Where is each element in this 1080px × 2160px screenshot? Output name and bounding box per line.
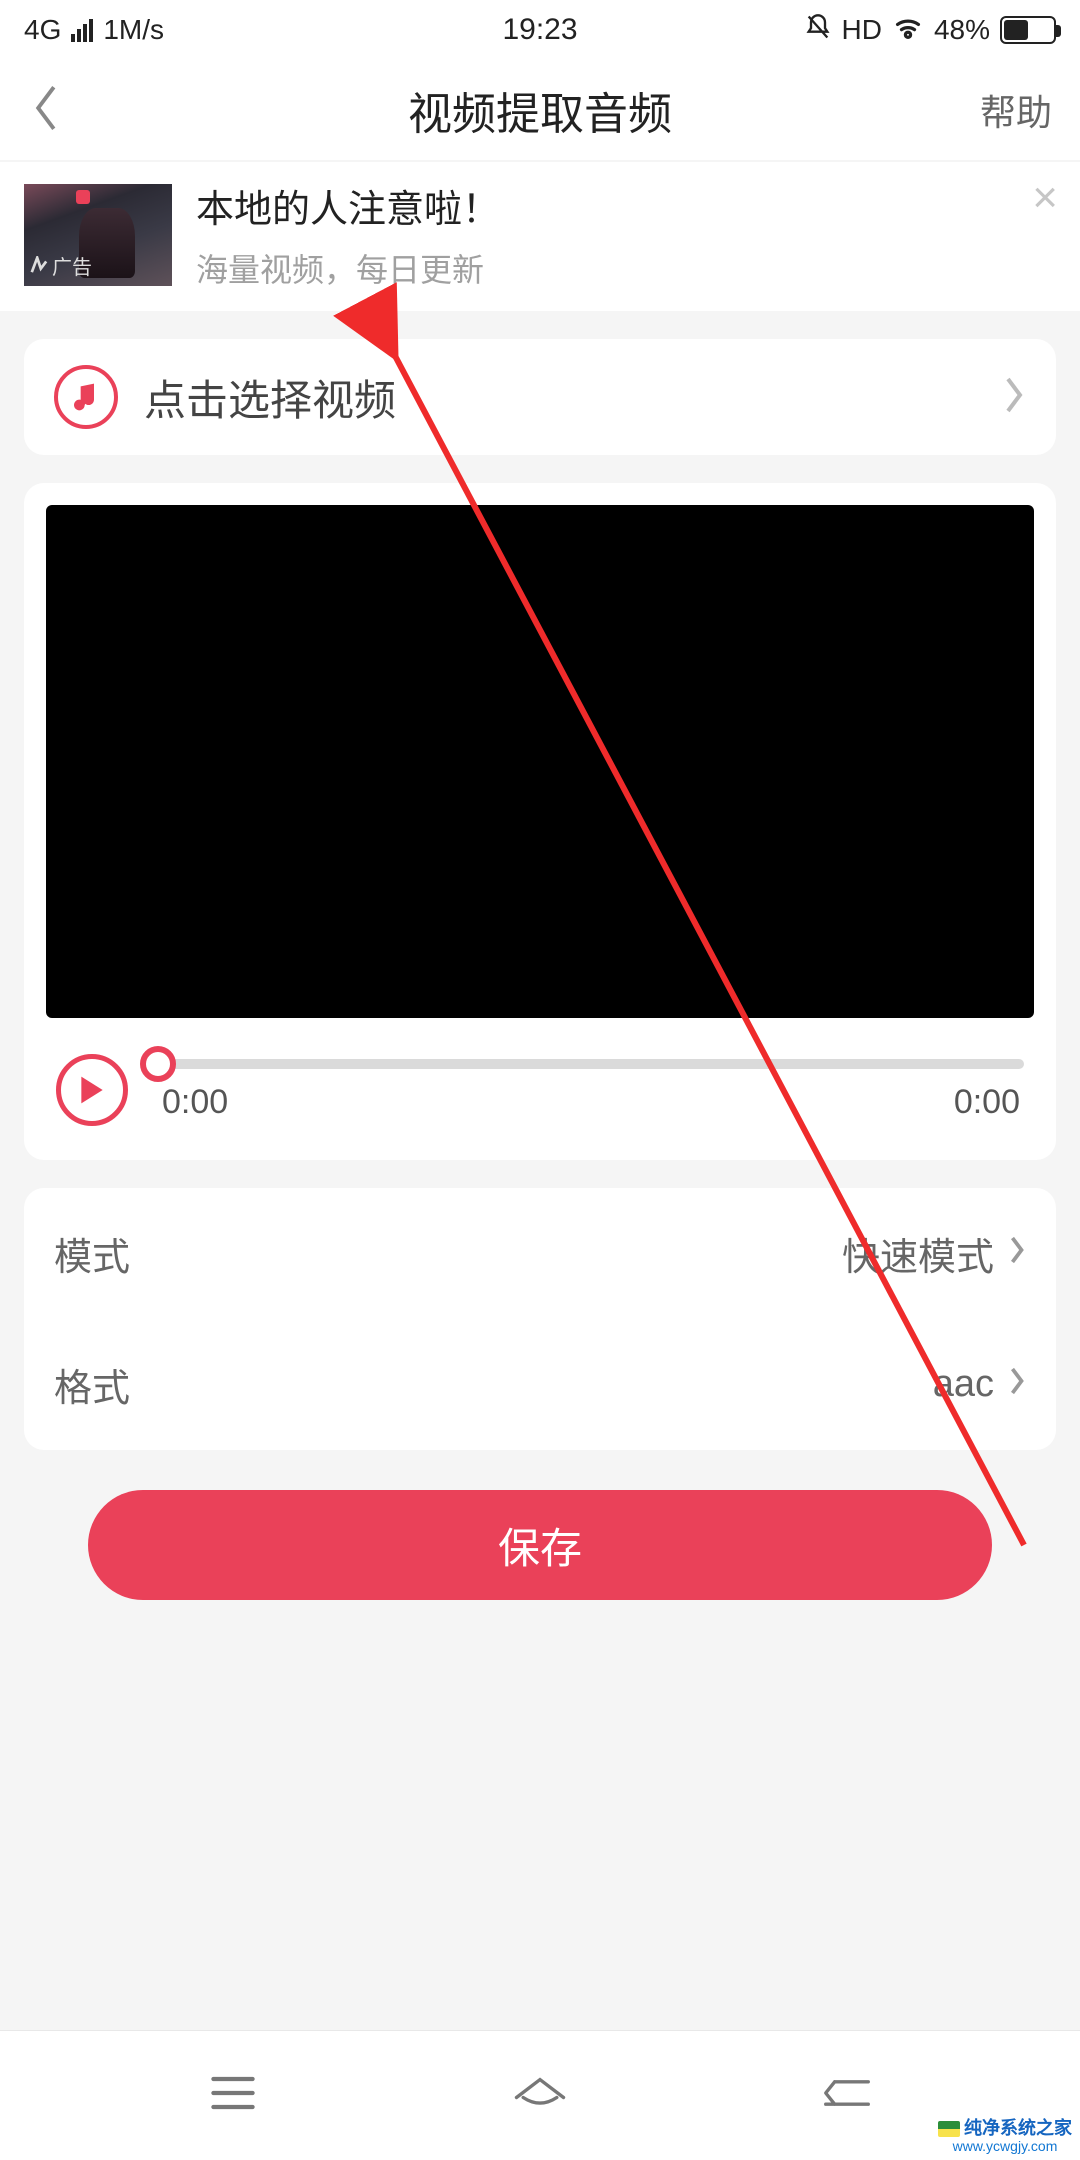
player-card: 0:00 0:00 bbox=[24, 483, 1056, 1160]
setting-mode-value: 快速模式 bbox=[842, 1226, 994, 1281]
watermark: 纯净系统之家 www.ycwgjy.com bbox=[934, 2117, 1076, 2156]
network-label: 4G bbox=[24, 14, 61, 46]
setting-mode-row[interactable]: 模式 快速模式 bbox=[24, 1188, 1056, 1319]
ad-banner[interactable]: 广告 本地的人注意啦！ 海量视频，每日更新 × bbox=[0, 162, 1080, 311]
setting-format-row[interactable]: 格式 aac bbox=[24, 1319, 1056, 1450]
play-button[interactable] bbox=[56, 1054, 128, 1126]
page-title: 视频提取音频 bbox=[408, 78, 672, 142]
setting-mode-label: 模式 bbox=[54, 1226, 130, 1281]
time-current: 0:00 bbox=[162, 1083, 228, 1122]
ad-subtitle: 海量视频，每日更新 bbox=[196, 245, 1056, 291]
ad-close-button[interactable]: × bbox=[1032, 176, 1058, 220]
seek-slider[interactable]: 0:00 0:00 bbox=[158, 1059, 1024, 1122]
status-right-group: HD 48% bbox=[804, 13, 1057, 48]
dnd-icon bbox=[804, 13, 832, 48]
help-button[interactable]: 帮助 bbox=[980, 84, 1052, 136]
hd-label: HD bbox=[842, 14, 882, 46]
network-speed: 1M/s bbox=[103, 14, 164, 46]
wifi-icon bbox=[892, 14, 924, 47]
slider-thumb[interactable] bbox=[140, 1046, 176, 1082]
battery-pct: 48% bbox=[934, 14, 990, 46]
status-bar: 4G 1M/s 19:23 HD 48% bbox=[0, 0, 1080, 60]
ad-title: 本地的人注意啦！ bbox=[196, 178, 1056, 233]
select-video-label: 点击选择视频 bbox=[144, 367, 976, 428]
time-total: 0:00 bbox=[954, 1083, 1020, 1122]
ad-text: 本地的人注意啦！ 海量视频，每日更新 bbox=[196, 178, 1056, 291]
chevron-right-icon bbox=[1008, 1363, 1026, 1406]
system-nav-bar bbox=[0, 2030, 1080, 2160]
video-preview[interactable] bbox=[46, 505, 1034, 1018]
save-label: 保存 bbox=[498, 1515, 582, 1576]
header: 视频提取音频 帮助 bbox=[0, 60, 1080, 160]
nav-recent-button[interactable] bbox=[205, 2065, 261, 2126]
settings-card: 模式 快速模式 格式 aac bbox=[24, 1188, 1056, 1450]
nav-home-button[interactable] bbox=[512, 2065, 568, 2126]
save-button[interactable]: 保存 bbox=[88, 1490, 992, 1600]
signal-icon bbox=[71, 18, 93, 42]
music-icon bbox=[54, 365, 118, 429]
ad-thumbnail: 广告 bbox=[24, 184, 172, 286]
status-left-group: 4G 1M/s bbox=[24, 14, 164, 46]
chevron-right-icon bbox=[1002, 375, 1026, 420]
setting-format-label: 格式 bbox=[54, 1357, 130, 1412]
chevron-right-icon bbox=[1008, 1232, 1026, 1275]
battery-icon bbox=[1000, 16, 1056, 44]
back-button[interactable] bbox=[28, 82, 64, 139]
setting-format-value: aac bbox=[933, 1363, 994, 1406]
nav-back-button[interactable] bbox=[819, 2065, 875, 2126]
status-time: 19:23 bbox=[502, 13, 577, 47]
ad-badge: 广告 bbox=[30, 251, 92, 280]
select-video-row[interactable]: 点击选择视频 bbox=[24, 339, 1056, 455]
